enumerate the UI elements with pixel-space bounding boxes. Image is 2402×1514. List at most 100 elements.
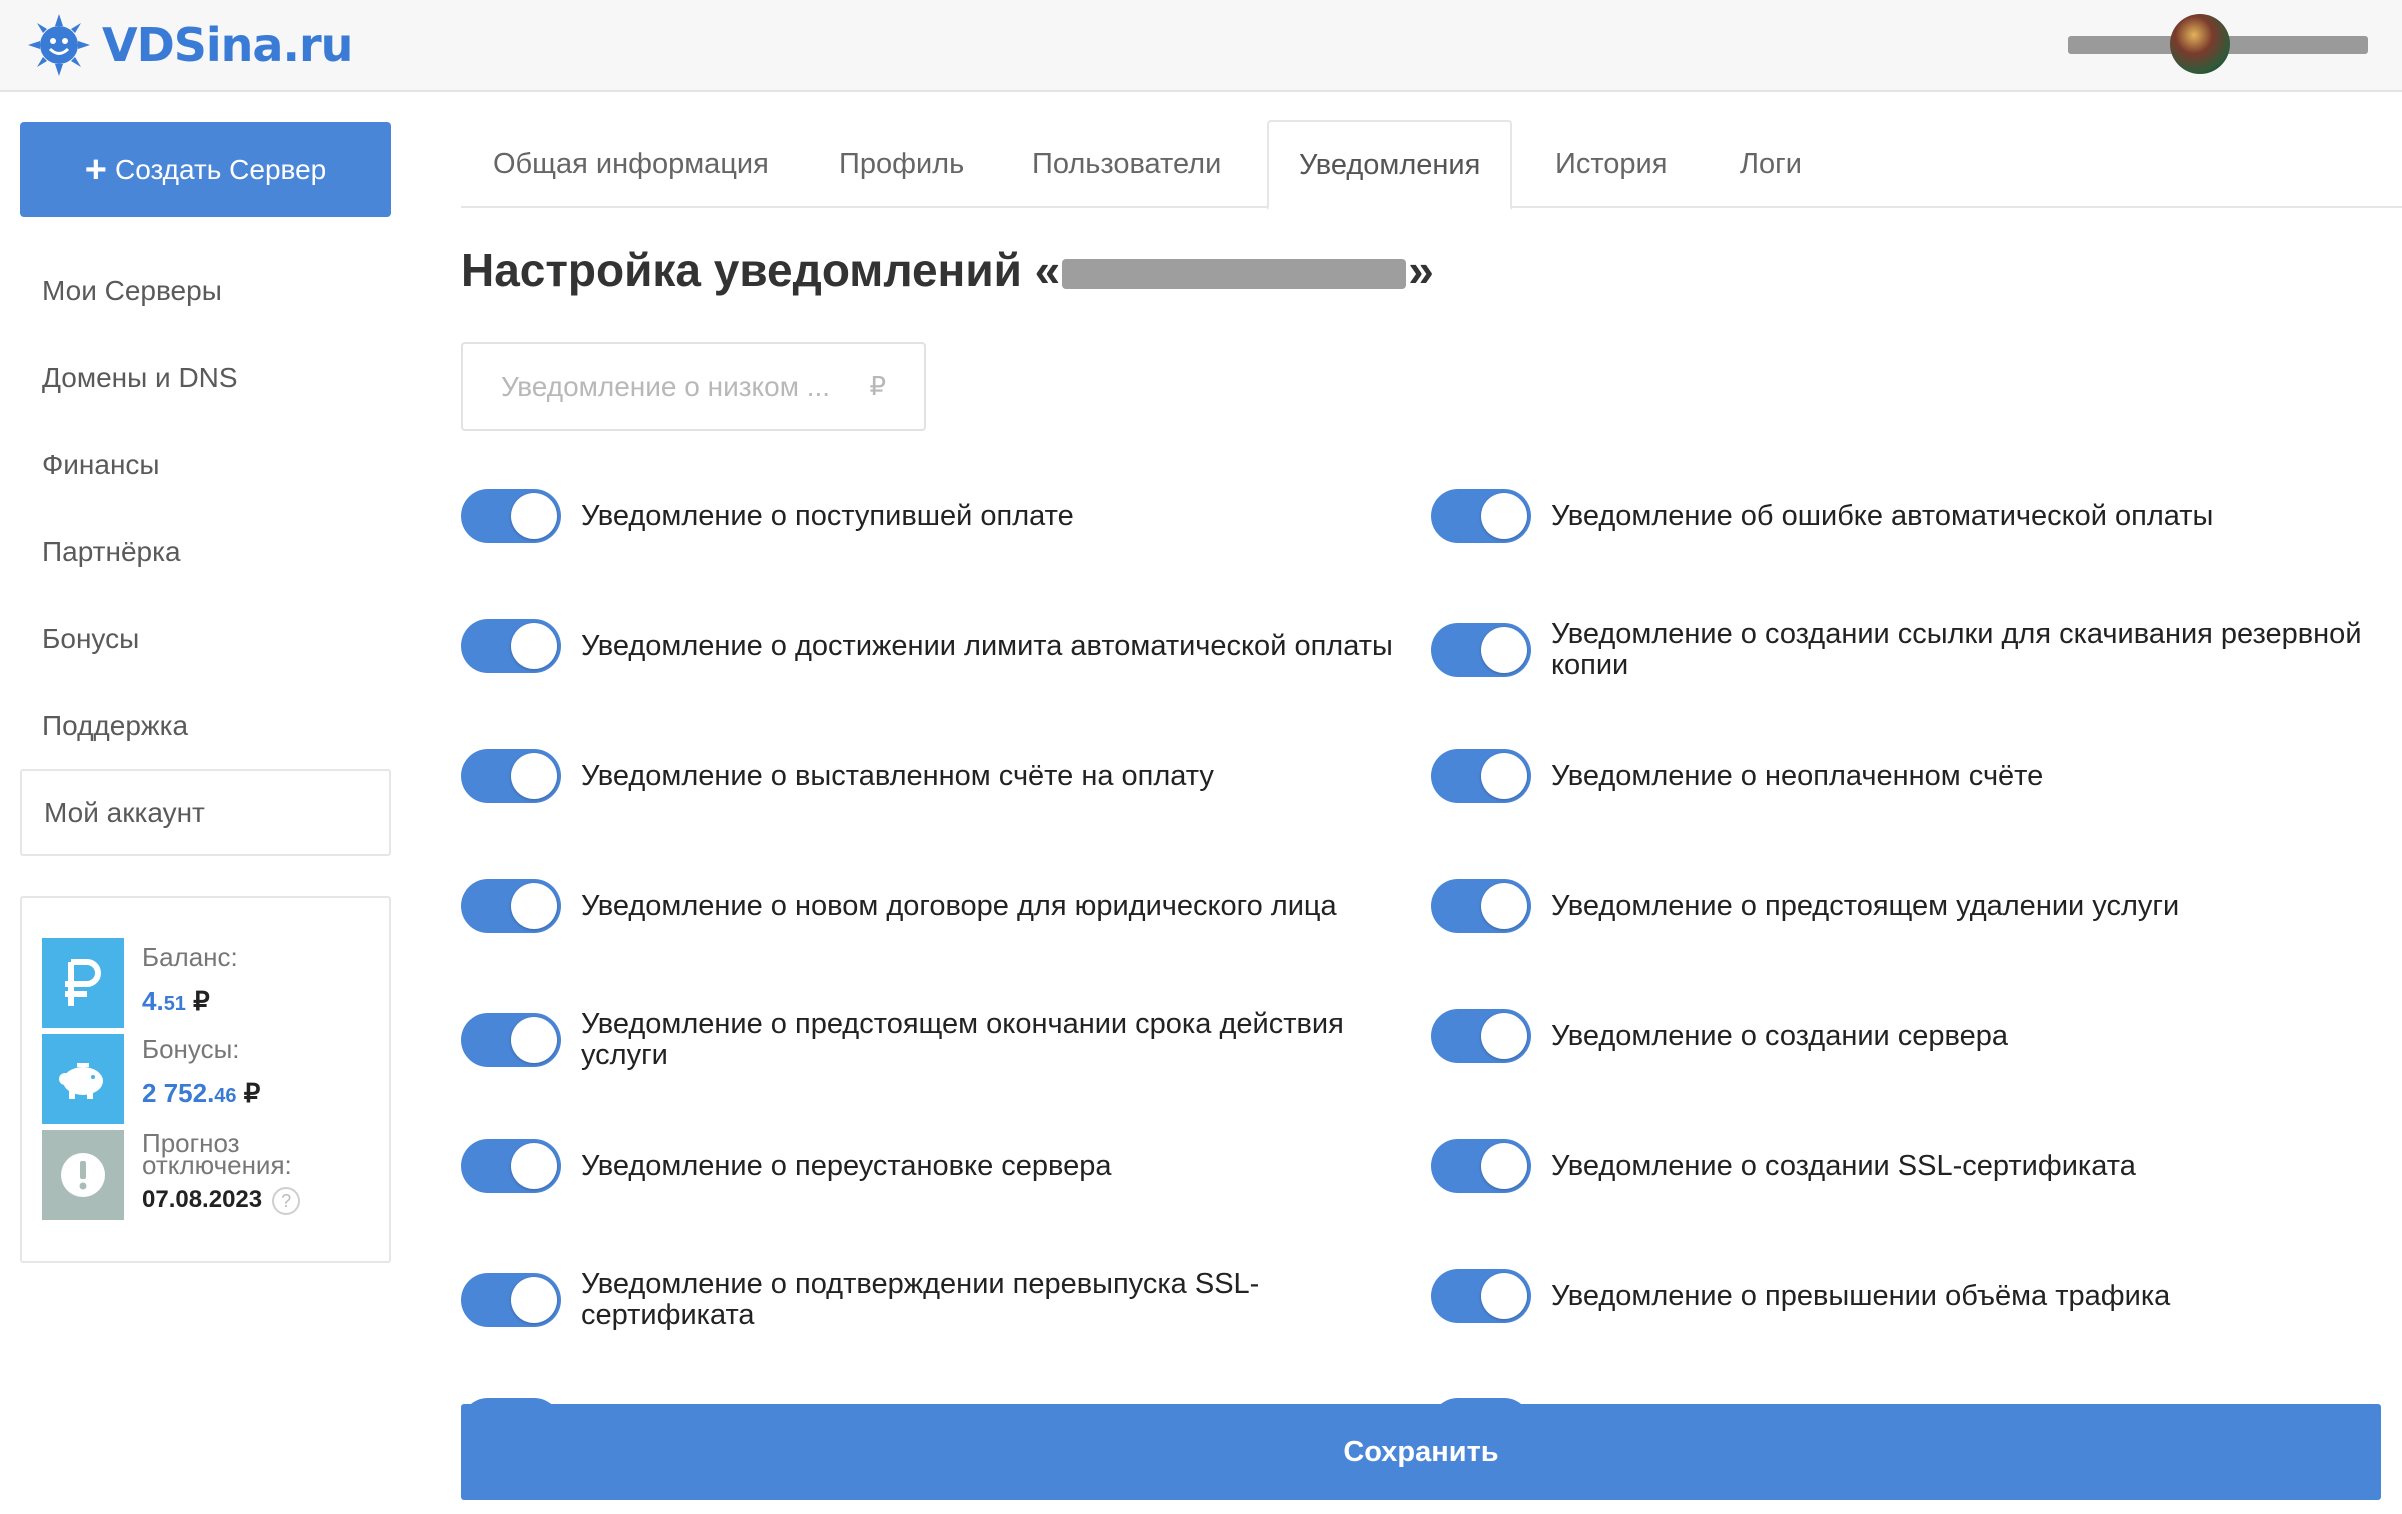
tab-label: История <box>1555 147 1668 180</box>
forecast-label-line2: отключения: <box>142 1150 292 1180</box>
toggle-invoice-issued[interactable]: Уведомление о выставленном счёте на опла… <box>461 749 1401 803</box>
tab-label: Профиль <box>839 147 965 180</box>
toggle-label: Уведомление о подтверждении перевыпуска … <box>581 1268 1260 1331</box>
currency-sign: ₽ <box>193 986 210 1016</box>
forecast-date: 07.08.2023? <box>142 1186 301 1215</box>
sidebar-item-label: Финансы <box>42 448 160 480</box>
toggle-knob <box>511 883 557 929</box>
toggle-label: Уведомление о создании SSL-сертификата <box>1551 1149 2136 1182</box>
sidebar-item-domains-dns[interactable]: Домены и DNS <box>20 334 391 421</box>
sidebar-item-label: Мои Серверы <box>42 274 222 306</box>
threshold-placeholder: Уведомление о низком ... <box>501 370 831 402</box>
toggle-switch[interactable] <box>461 879 561 933</box>
toggle-payment-received[interactable]: Уведомление о поступившей оплате <box>461 489 1401 543</box>
avatar[interactable] <box>2170 14 2230 74</box>
toggle-knob <box>1481 627 1527 673</box>
page-title: Настройка уведомлений « » <box>461 243 1434 297</box>
toggle-switch[interactable] <box>1431 1269 1531 1323</box>
currency-sign: ₽ <box>243 1078 261 1108</box>
toggle-knob <box>511 493 557 539</box>
sidebar-item-my-servers[interactable]: Мои Серверы <box>20 247 391 334</box>
tab-notifications[interactable]: Уведомления <box>1267 120 1513 210</box>
save-button[interactable]: Сохранить <box>461 1404 2381 1500</box>
toggle-server-created[interactable]: Уведомление о создании сервера <box>1431 1009 2371 1063</box>
toggle-knob <box>511 1143 557 1189</box>
toggle-service-deletion[interactable]: Уведомление о предстоящем удалении услуг… <box>1431 879 2371 933</box>
sidebar-item-label: Поддержка <box>42 709 189 741</box>
toggle-knob <box>1481 1013 1527 1059</box>
toggle-switch[interactable] <box>461 1139 561 1193</box>
toggle-label: Уведомление о выставленном счёте на опла… <box>581 759 1214 792</box>
toggle-switch[interactable] <box>1431 489 1531 543</box>
create-server-label: Создать Сервер <box>114 153 327 185</box>
tab-label: Логи <box>1740 147 1802 180</box>
help-icon[interactable]: ? <box>272 1186 301 1215</box>
toggle-backup-link[interactable]: Уведомление о создании ссылки для скачив… <box>1431 619 2371 681</box>
toggle-knob <box>511 753 557 799</box>
sidebar-item-partner[interactable]: Партнёрка <box>20 508 391 595</box>
tab-label: Пользователи <box>1032 147 1222 180</box>
toggle-unpaid-invoice[interactable]: Уведомление о неоплаченном счёте <box>1431 749 2371 803</box>
sidebar-nav: Мои Серверы Домены и DNS Финансы Партнёр… <box>20 247 391 856</box>
toggle-autopay-limit[interactable]: Уведомление о достижении лимита автомати… <box>461 619 1401 673</box>
toggle-ssl-created[interactable]: Уведомление о создании SSL-сертификата <box>1431 1139 2371 1193</box>
tab-general-info[interactable]: Общая информация <box>493 120 769 208</box>
toggle-knob <box>511 1277 557 1323</box>
toggle-ssl-reissue[interactable]: Уведомление о подтверждении перевыпуска … <box>461 1269 1401 1331</box>
toggle-legal-contract[interactable]: Уведомление о новом договоре для юридиче… <box>461 879 1401 933</box>
toggle-switch[interactable] <box>461 1273 561 1327</box>
plus-icon: + <box>84 148 107 191</box>
toggle-service-expiry[interactable]: Уведомление о предстоящем окончании срок… <box>461 1009 1401 1071</box>
sidebar-item-bonuses[interactable]: Бонусы <box>20 595 391 682</box>
create-server-button[interactable]: + Создать Сервер <box>20 122 391 217</box>
toggle-autopay-error[interactable]: Уведомление об ошибке автоматической опл… <box>1431 489 2371 543</box>
toggle-switch[interactable] <box>1431 879 1531 933</box>
toggle-label: Уведомление о создании ссылки для скачив… <box>1551 618 2362 681</box>
balance-int: 4. <box>142 986 164 1016</box>
sidebar-item-my-account[interactable]: Мой аккаунт <box>20 769 391 856</box>
balance-cents: 51 <box>163 993 186 1015</box>
sidebar-item-label: Домены и DNS <box>42 361 238 393</box>
bonuses-int: 2 752. <box>142 1078 215 1108</box>
toggle-label: Уведомление о переустановке сервера <box>581 1149 1112 1182</box>
toggle-knob <box>1481 753 1527 799</box>
sidebar-item-label: Бонусы <box>42 622 140 654</box>
toggle-switch[interactable] <box>461 1013 561 1067</box>
toggle-label: Уведомление о создании сервера <box>1551 1019 2009 1052</box>
sidebar-item-label: Партнёрка <box>42 535 181 567</box>
sidebar-item-label: Мой аккаунт <box>44 796 205 828</box>
title-prefix: Настройка уведомлений « <box>461 244 1061 296</box>
toggle-switch[interactable] <box>461 619 561 673</box>
tab-label: Уведомления <box>1299 148 1481 181</box>
toggle-label: Уведомление о новом договоре для юридиче… <box>581 889 1337 922</box>
toggle-switch[interactable] <box>1431 1009 1531 1063</box>
low-balance-threshold-input[interactable]: Уведомление о низком ... ₽ <box>461 342 926 431</box>
tab-label: Общая информация <box>493 147 769 180</box>
toggle-switch[interactable] <box>461 749 561 803</box>
bonuses-row: Бонусы: 2 752.46 ₽ <box>42 1034 362 1126</box>
toggle-switch[interactable] <box>1431 749 1531 803</box>
sidebar-item-finance[interactable]: Финансы <box>20 421 391 508</box>
sidebar-item-support[interactable]: Поддержка <box>20 682 391 769</box>
toggle-switch[interactable] <box>1431 623 1531 677</box>
toggle-label: Уведомление об ошибке автоматической опл… <box>1551 499 2214 532</box>
currency-sign: ₽ <box>869 371 886 401</box>
ruble-icon <box>42 938 124 1028</box>
forecast-label: Прогноз отключения: <box>142 1130 292 1178</box>
toggle-label: Уведомление о предстоящем окончании срок… <box>581 1008 1344 1071</box>
bonuses-cents: 46 <box>214 1085 237 1107</box>
user-menu[interactable] <box>2068 10 2388 76</box>
toggle-switch[interactable] <box>461 489 561 543</box>
toggle-traffic-exceeded[interactable]: Уведомление о превышении объёма трафика <box>1431 1269 2371 1323</box>
balance-label: Баланс: <box>142 942 238 972</box>
tab-profile[interactable]: Профиль <box>839 120 964 208</box>
logo[interactable]: VDSina.ru <box>28 10 353 80</box>
toggle-server-reinstall[interactable]: Уведомление о переустановке сервера <box>461 1139 1401 1193</box>
toggle-label: Уведомление о превышении объёма трафика <box>1551 1279 2171 1312</box>
tab-users[interactable]: Пользователи <box>1032 120 1221 208</box>
toggle-switch[interactable] <box>1431 1139 1531 1193</box>
toggle-knob <box>511 1017 557 1063</box>
toggle-knob <box>1481 1143 1527 1189</box>
tab-history[interactable]: История <box>1555 120 1667 208</box>
tab-logs[interactable]: Логи <box>1740 120 1802 208</box>
